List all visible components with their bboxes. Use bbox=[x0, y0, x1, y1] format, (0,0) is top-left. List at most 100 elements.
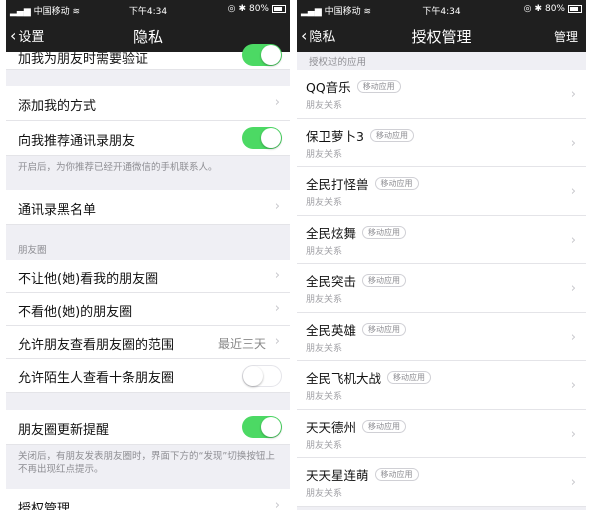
authorized-apps-list: 授权过的应用 QQ音乐 移动应用 朋友关系 › 保卫萝卜3 移动应用 朋友关系 › 全民打怪兽移… bbox=[297, 52, 586, 510]
app-row[interactable]: 全民英雄 移动应用 朋友关系 › bbox=[297, 312, 586, 361]
add-me-ways-label: 添加我的方式 bbox=[18, 99, 97, 114]
chevron-right-icon: › bbox=[570, 329, 576, 345]
recommend-contacts-toggle[interactable] bbox=[242, 127, 282, 149]
dont-see-moments-row[interactable]: 不看他(她)的朋友圈 › bbox=[6, 293, 290, 326]
chevron-right-icon: › bbox=[274, 301, 280, 316]
app-permission: 朋友关系 bbox=[306, 440, 343, 451]
moments-range-row[interactable]: 允许朋友查看朋友圈的范围 最近三天 › bbox=[6, 326, 290, 359]
chevron-right-icon: › bbox=[570, 378, 576, 393]
app-type-badge: 移动应用 bbox=[387, 371, 432, 384]
toggle-knob bbox=[261, 128, 281, 148]
app-name-line: 全民打怪兽 移动应用 bbox=[306, 174, 419, 193]
app-permission: 朋友关系 bbox=[306, 246, 343, 257]
app-name: 天天星连萌 bbox=[306, 468, 369, 483]
app-name: 全民突击 bbox=[306, 274, 357, 289]
stranger-ten-row[interactable]: 允许陌生人查看十条朋友圈 bbox=[6, 359, 290, 393]
app-name-line: 全民英雄 移动应用 bbox=[306, 320, 407, 339]
moments-update-label: 朋友圈更新提醒 bbox=[18, 423, 110, 438]
status-bar: ▂▄▆ 中国移动 ≋ 下午4:34 ◎ ✱ 80% bbox=[297, 0, 586, 18]
chevron-right-icon: › bbox=[570, 135, 576, 151]
chevron-right-icon: › bbox=[274, 199, 280, 214]
chevron-right-icon: › bbox=[274, 95, 280, 110]
toggle-knob bbox=[243, 366, 263, 386]
recommend-contacts-row[interactable]: 向我推荐通讯录朋友 bbox=[6, 121, 290, 156]
moments-update-row[interactable]: 朋友圈更新提醒 bbox=[6, 410, 290, 445]
settings-list: 加我为朋友时需要验证 添加我的方式 › 向我推荐通讯录朋友 开启后，为你推荐已经… bbox=[6, 44, 290, 510]
app-permission: 朋友关系 bbox=[306, 101, 343, 111]
verify-friend-row[interactable]: 加我为朋友时需要验证 bbox=[6, 44, 290, 70]
app-type-badge: 移动应用 bbox=[369, 128, 414, 142]
chevron-right-icon: › bbox=[570, 426, 576, 442]
battery-percent: 80% bbox=[248, 4, 269, 14]
page-title: 授权管理 bbox=[411, 28, 472, 46]
app-name-line: 天天德州 移动应用 bbox=[306, 417, 407, 436]
moments-range-label: 允许朋友查看朋友圈的范围 bbox=[18, 338, 175, 353]
app-name-line: 全民突击 移动应用 bbox=[306, 271, 407, 290]
status-icons: ◎ ✱ 80% bbox=[228, 4, 286, 14]
app-name: 全民打怪兽 bbox=[306, 177, 369, 192]
verify-friend-toggle[interactable] bbox=[242, 44, 282, 66]
alarm-icon: ◎ bbox=[523, 4, 532, 14]
moments-range-value: 最近三天 bbox=[217, 337, 266, 351]
app-row[interactable]: QQ音乐 移动应用朋友关系 › bbox=[297, 70, 586, 119]
app-permission: 朋友关系 bbox=[306, 489, 343, 499]
chevron-right-icon: › bbox=[570, 87, 576, 102]
app-name: 天天德州 bbox=[306, 419, 357, 435]
app-name-line: 保卫萝卜3 移动应用 bbox=[306, 126, 414, 145]
app-name: 全民炫舞 bbox=[306, 225, 357, 241]
auth-manage-label: 授权管理 bbox=[18, 502, 71, 510]
app-row[interactable]: 全民突击 移动应用朋友关系 › bbox=[297, 264, 586, 313]
app-name-line: 全民飞机大战 移动应用 bbox=[306, 368, 432, 387]
app-name-line: 天天星连萌 移动应用 bbox=[306, 465, 419, 484]
auth-manage-row[interactable]: 授权管理 › bbox=[6, 489, 290, 510]
auth-manage-screen: ▂▄▆ 中国移动 ≋ 下午4:34 ◎ ✱ 80% ‹ 隐私 授权管理 管理 授… bbox=[297, 0, 586, 510]
moments-section-header: 朋友圈 bbox=[18, 245, 47, 256]
app-name-line: QQ音乐 移动应用 bbox=[306, 77, 401, 96]
battery-percent: 80% bbox=[544, 4, 565, 14]
recommend-contacts-label: 向我推荐通讯录朋友 bbox=[18, 134, 136, 149]
stranger-ten-toggle[interactable] bbox=[242, 365, 282, 387]
app-row[interactable]: 天天德州 移动应用朋友关系 › bbox=[297, 409, 586, 458]
battery-icon bbox=[568, 5, 582, 13]
manage-button[interactable]: 管理 bbox=[554, 28, 578, 45]
toggle-knob bbox=[261, 45, 281, 65]
app-type-badge: 移动应用 bbox=[356, 80, 401, 93]
chevron-right-icon: › bbox=[570, 232, 576, 248]
hide-my-moments-row[interactable]: 不让他(她)看我的朋友圈 › bbox=[6, 260, 290, 293]
status-icons: ◎ ✱ 80% bbox=[524, 4, 582, 14]
bluetooth-icon: ✱ bbox=[534, 4, 542, 14]
app-name: 全民英雄 bbox=[306, 322, 357, 338]
moments-update-toggle[interactable] bbox=[242, 416, 282, 438]
stranger-ten-label: 允许陌生人查看十条朋友圈 bbox=[18, 371, 175, 386]
app-row[interactable]: 保卫萝卜3 移动应用朋友关系 › bbox=[297, 118, 586, 167]
app-row[interactable]: 天天星连萌 移动应用 朋友关系 › bbox=[297, 458, 586, 507]
chevron-right-icon: › bbox=[570, 281, 576, 296]
toggle-knob bbox=[261, 417, 281, 437]
app-name: QQ音乐 bbox=[306, 80, 351, 95]
chevron-right-icon: › bbox=[570, 184, 576, 199]
hide-my-moments-label: 不让他(她)看我的朋友圈 bbox=[18, 272, 159, 287]
app-row[interactable]: 全民飞机大战 移动应用朋友关系 › bbox=[297, 361, 586, 410]
status-bar: ▂▄▆ 中国移动 ≋ 下午4:34 ◎ ✱ 80% bbox=[6, 0, 290, 18]
chevron-right-icon: › bbox=[274, 268, 280, 283]
app-name: 全民飞机大战 bbox=[306, 371, 382, 386]
update-note: 关闭后，有朋友发表朋友圈时，界面下方的“发现”切换按钮上不再出现红点提示。 bbox=[18, 451, 275, 475]
app-type-badge: 移动应用 bbox=[374, 468, 419, 481]
authorized-apps-header: 授权过的应用 bbox=[309, 57, 367, 68]
alarm-icon: ◎ bbox=[227, 4, 236, 14]
dont-see-moments-label: 不看他(她)的朋友圈 bbox=[18, 305, 133, 320]
chevron-right-icon: › bbox=[274, 334, 280, 349]
blacklist-row[interactable]: 通讯录黑名单 › bbox=[6, 190, 290, 225]
chevron-right-icon: › bbox=[274, 498, 280, 510]
app-row[interactable]: 全民打怪兽 移动应用 朋友关系 › bbox=[297, 167, 586, 216]
nav-bar: ‹ 隐私 授权管理 管理 bbox=[297, 18, 586, 52]
app-list: QQ音乐 移动应用 朋友关系 › 保卫萝卜3 移动应用 朋友关系 › 全民打怪兽 移动应用 朋友关系… bbox=[297, 70, 586, 507]
app-permission: 朋友关系 bbox=[306, 295, 343, 305]
app-permission: 朋友关系 bbox=[306, 149, 343, 160]
add-me-ways-row[interactable]: 添加我的方式 › bbox=[6, 86, 290, 121]
app-row[interactable]: 全民炫舞 移动应用 朋友关系 › bbox=[297, 215, 586, 264]
page-title: 隐私 bbox=[132, 28, 163, 46]
app-permission: 朋友关系 bbox=[306, 392, 343, 402]
